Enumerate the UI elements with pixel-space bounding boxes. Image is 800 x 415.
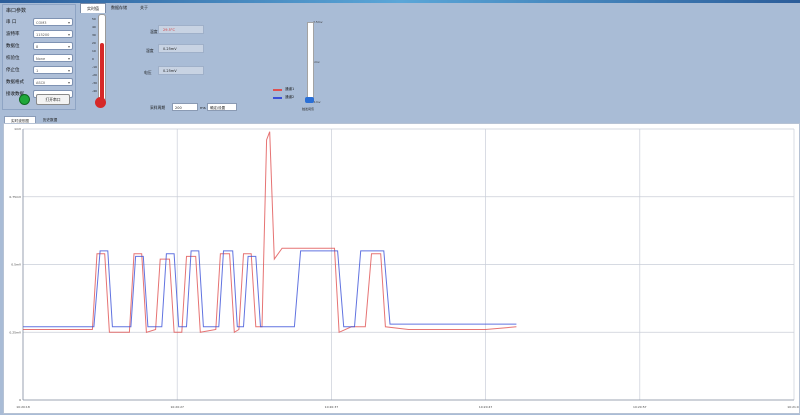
parity-label: 校验位 [6, 56, 20, 61]
reading-value-humidity: 0.25mV [158, 44, 204, 53]
y-tick-label: 1mV [14, 127, 22, 131]
x-tick-label: 10:20:37 [325, 405, 339, 409]
series-line-1 [23, 131, 517, 334]
waveform-chart: 0 0.25mV 0.5mV 0.75mV 1mV 10:20:18 10:20:27 10:… [9, 127, 800, 409]
format-value: ASCII [36, 81, 46, 85]
scale-tick: 50 [92, 17, 96, 21]
period-input[interactable]: 200 [172, 103, 198, 111]
legend-swatch [273, 89, 282, 91]
voltage-value: 0.25mV [163, 69, 177, 73]
threshold-slider[interactable] [307, 22, 314, 102]
databits-value: 8 [36, 45, 39, 49]
parity-select[interactable]: None ▾ [33, 54, 73, 62]
y-tick-label: 0.5mV [11, 263, 22, 267]
databits-label: 数据位 [6, 44, 20, 49]
x-tick-label: 10:20:27 [170, 405, 184, 409]
thermometer-fill [100, 42, 104, 101]
panel-title: 串口参数 [6, 8, 27, 14]
databits-select[interactable]: 8 ▾ [33, 42, 73, 50]
x-tick-label: 10:21:07 [787, 405, 799, 409]
tab-storage[interactable]: 数据存储 [107, 3, 131, 12]
slider-max-label: 2.5mv [313, 20, 323, 24]
temp-value: 29.5°C [163, 28, 175, 32]
baud-label: 波特率 [6, 32, 20, 37]
scale-tick: 30 [92, 33, 96, 37]
scale-tick: -20 [92, 73, 97, 77]
parity-value: None [36, 57, 46, 61]
y-tick-label: 0.25mV [9, 330, 22, 334]
slider-handle[interactable] [305, 97, 314, 103]
reading-value-voltage: 0.25mV [158, 66, 204, 75]
port-label: 串 口 [6, 20, 17, 25]
stopbits-select[interactable]: 1 ▾ [33, 66, 73, 74]
legend-label-1: 通道1 [285, 87, 295, 91]
reading-label-temp: 温度 [150, 29, 158, 34]
chevron-down-icon: ▾ [67, 20, 70, 25]
port-select[interactable]: COM3 ▾ [33, 18, 73, 26]
tab-about[interactable]: 关于 [135, 3, 153, 12]
x-tick-label: 10:20:57 [633, 405, 647, 409]
open-port-button[interactable]: 打开串口 [36, 94, 70, 105]
scale-tick: -10 [92, 65, 97, 69]
tab-realtime[interactable]: 实时值 [80, 3, 106, 13]
period-button-label: 确定/设置 [210, 106, 226, 110]
scale-tick: 10 [92, 49, 96, 53]
y-tick-label: 0.75mV [9, 195, 22, 199]
period-label: 采样周期 [150, 105, 166, 110]
scale-tick: 20 [92, 41, 96, 45]
format-label: 数据格式 [6, 80, 24, 85]
format-select[interactable]: ASCII ▾ [33, 78, 73, 86]
chevron-down-icon: ▾ [67, 80, 70, 85]
x-tick-label: 10:20:18 [16, 405, 30, 409]
scale-tick: -30 [92, 81, 97, 85]
reading-label-humidity: 湿度 [146, 48, 154, 53]
reading-label-voltage: 电压 [144, 70, 152, 75]
x-tick-label: 10:20:47 [479, 405, 493, 409]
scale-tick: 0 [92, 57, 94, 61]
chevron-down-icon: ▾ [67, 32, 70, 37]
period-unit: ms [200, 105, 206, 110]
chevron-down-icon: ▾ [67, 44, 70, 49]
thermometer-tube [98, 14, 106, 102]
waveform-chart-area: 0 0.25mV 0.5mV 0.75mV 1mV 10:20:18 10:20:27 10:… [3, 123, 800, 414]
baud-select[interactable]: 115200 ▾ [33, 30, 73, 38]
humidity-value: 0.25mV [163, 47, 177, 51]
series-line-2 [23, 250, 517, 328]
y-tick-label: 0 [19, 398, 21, 402]
scale-tick: -40 [92, 89, 97, 93]
period-set-button[interactable]: 确定/设置 [207, 103, 237, 111]
chevron-down-icon: ▾ [67, 68, 70, 73]
scale-tick: 40 [92, 25, 96, 29]
reading-value-temp: 29.5°C [158, 25, 204, 34]
port-value: COM3 [36, 21, 47, 25]
period-value: 200 [175, 106, 182, 110]
baud-value: 115200 [36, 33, 50, 37]
slider-caption: 触发阈值 [302, 107, 315, 111]
chevron-down-icon: ▾ [67, 56, 70, 61]
thermometer-bulb [95, 97, 106, 108]
stopbits-label: 停止位 [6, 68, 20, 73]
legend-swatch [273, 97, 282, 99]
status-led [19, 94, 30, 105]
legend-label-2: 通道2 [285, 95, 295, 99]
stopbits-value: 1 [36, 69, 39, 73]
